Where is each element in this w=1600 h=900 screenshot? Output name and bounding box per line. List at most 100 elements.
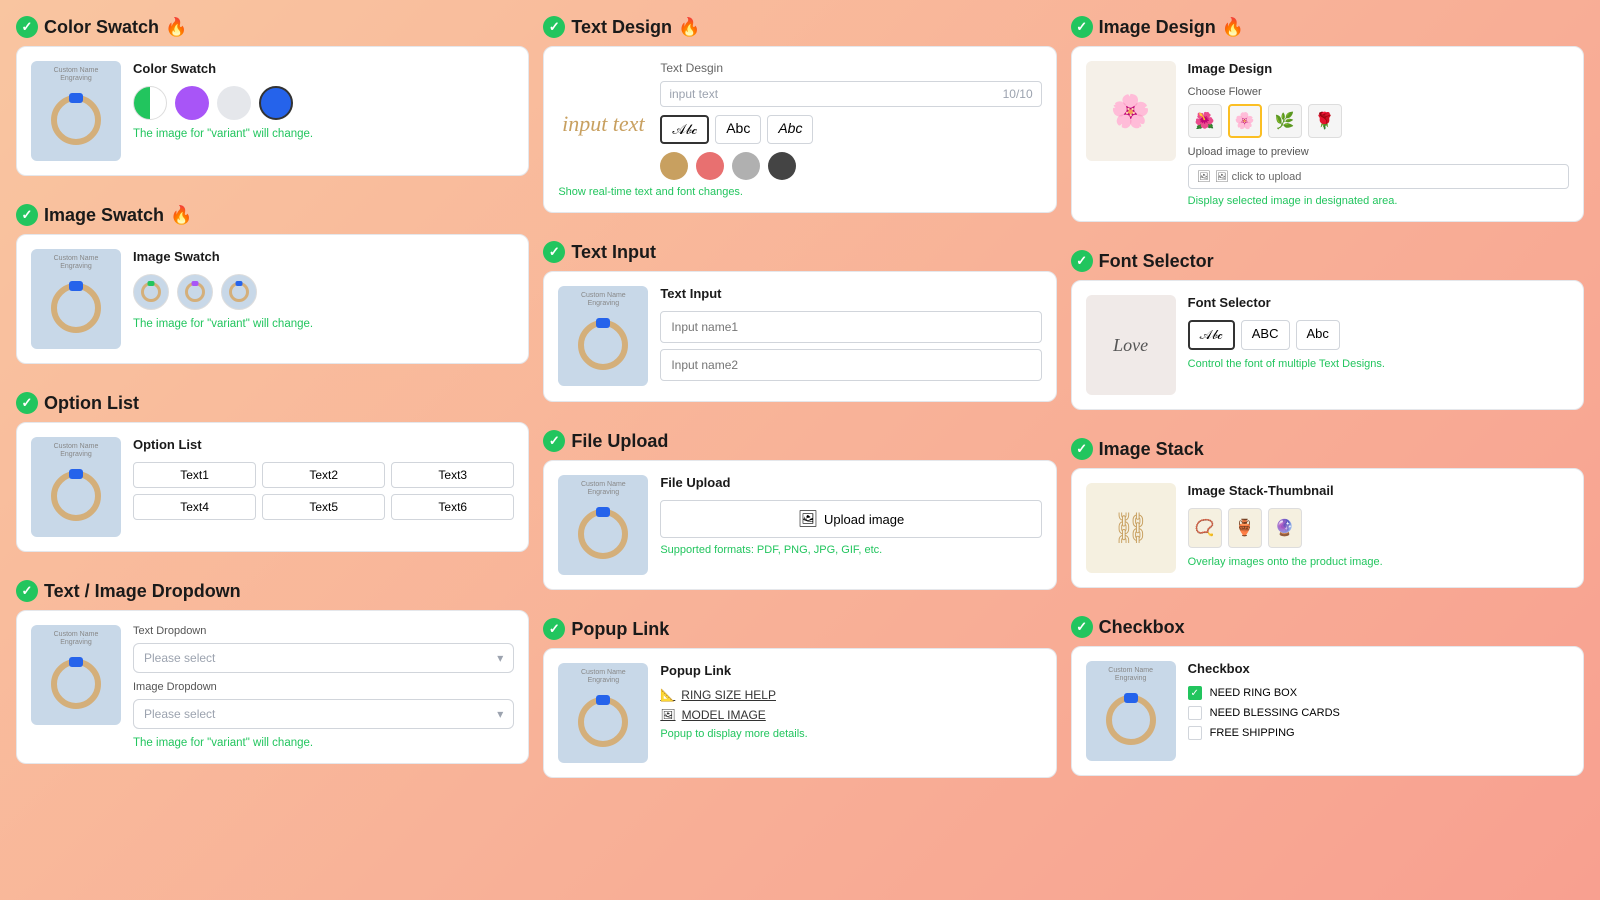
file-upload-title: File Upload [571, 431, 668, 452]
color-red[interactable] [696, 152, 724, 180]
stack-thumb-2[interactable]: 🏺 [1228, 508, 1262, 548]
script-preview: input text [558, 61, 648, 186]
option-list-check [16, 392, 38, 414]
option-list-header: Option List [16, 392, 529, 414]
color-grey[interactable] [732, 152, 760, 180]
image-dropdown-select[interactable]: Please select ▾ [133, 699, 514, 729]
checkbox-ring-box[interactable] [1188, 686, 1202, 700]
option-btn-text3[interactable]: Text3 [391, 462, 514, 488]
image-swatch-green[interactable] [133, 274, 169, 310]
text-design-input-count: 10/10 [1003, 87, 1033, 101]
flower-opt-2[interactable]: 🌸 [1228, 104, 1262, 138]
image-design-section: Image Design 🔥 🌸 Image Design Choose Flo… [1071, 16, 1584, 222]
stack-thumb-3[interactable]: 🔮 [1268, 508, 1302, 548]
upload-preview-icon: 🖼 [1197, 170, 1211, 183]
swatch-purple[interactable] [175, 86, 209, 120]
popup-link-ring-size[interactable]: 📐 RING SIZE HELP [660, 688, 1041, 702]
flower-opt-4[interactable]: 🌹 [1308, 104, 1342, 138]
checkbox-shipping-label: FREE SHIPPING [1210, 727, 1295, 739]
popup-link-note: Popup to display more details. [660, 728, 1041, 740]
upload-preview-text: 🖼 click to upload [1215, 170, 1302, 183]
text-input-field-2[interactable] [660, 349, 1041, 381]
ring-shape-8 [1106, 695, 1156, 745]
ring-shape [51, 95, 101, 145]
option-btn-text4[interactable]: Text4 [133, 494, 256, 520]
checkbox-item-3: FREE SHIPPING [1188, 726, 1569, 740]
option-btn-text1[interactable]: Text1 [133, 462, 256, 488]
text-input-header: Text Input [543, 241, 1056, 263]
option-btn-text5[interactable]: Text5 [262, 494, 385, 520]
image-stack-section: Image Stack ⛓ Image Stack-Thumbnail 📿 🏺 … [1071, 438, 1584, 588]
ring-gem-7 [596, 695, 610, 705]
supported-formats-text: Supported formats: PDF, PNG, JPG, GIF, e… [660, 544, 1041, 556]
popup-link-header: Popup Link [543, 618, 1056, 640]
upload-icon: 🖼 [798, 509, 818, 529]
flower-opt-1[interactable]: 🌺 [1188, 104, 1222, 138]
image-design-card-label: Image Design [1188, 61, 1569, 76]
text-input-field-1[interactable] [660, 311, 1041, 343]
checkbox-shipping-box[interactable] [1188, 726, 1202, 740]
text-input-title: Text Input [571, 242, 656, 263]
popup-link-model-image[interactable]: 🖼 MODEL IMAGE [660, 708, 1041, 722]
popup-link-title: Popup Link [571, 619, 669, 640]
fs-btn-bold[interactable]: ABC [1241, 320, 1290, 350]
upload-btn-label: Upload image [824, 512, 904, 527]
popup-link-thumb: Custom NameEngraving [558, 663, 648, 763]
image-design-title: Image Design [1099, 17, 1216, 38]
text-input-thumb: Custom NameEngraving [558, 286, 648, 386]
checkbox-section: Checkbox Custom NameEngraving Checkbox N… [1071, 616, 1584, 776]
upload-preview-button[interactable]: 🖼 🖼 click to upload [1188, 164, 1569, 189]
swatch-half-green[interactable] [133, 86, 167, 120]
text-dropdown-select[interactable]: Please select ▾ [133, 643, 514, 673]
upload-image-button[interactable]: 🖼 Upload image [660, 500, 1041, 538]
color-gold[interactable] [660, 152, 688, 180]
file-upload-card: Custom NameEngraving File Upload 🖼 Uploa… [543, 460, 1056, 590]
image-swatch-check [16, 204, 38, 226]
fs-btn-sans[interactable]: Abc [1296, 320, 1340, 350]
checkbox-thumb: Custom NameEngraving [1086, 661, 1176, 761]
option-btn-text6[interactable]: Text6 [391, 494, 514, 520]
image-design-thumb: 🌸 [1086, 61, 1176, 161]
ring-shape-3 [51, 471, 101, 521]
checkbox-header: Checkbox [1071, 616, 1584, 638]
ring-gem-6 [596, 507, 610, 517]
text-design-card: input text Text Desgin input text 10/10 … [543, 46, 1056, 213]
chain-icon: ⛓ [1112, 511, 1150, 546]
color-dark[interactable] [768, 152, 796, 180]
image-swatches-row [133, 274, 514, 310]
font-selector-card-label: Font Selector [1188, 295, 1569, 310]
option-btn-text2[interactable]: Text2 [262, 462, 385, 488]
file-upload-content: File Upload 🖼 Upload image Supported for… [660, 475, 1041, 556]
text-image-dropdown-section: Text / Image Dropdown Custom NameEngravi… [16, 580, 529, 764]
checkbox-card-label: Checkbox [1188, 661, 1569, 676]
image-swatch-purple[interactable] [177, 274, 213, 310]
option-buttons-grid: Text1 Text2 Text3 Text4 Text5 Text6 [133, 462, 514, 520]
stack-thumbs-row: 📿 🏺 🔮 [1188, 508, 1569, 548]
popup-link-check [543, 618, 565, 640]
checkbox-blessing-box[interactable] [1188, 706, 1202, 720]
stack-thumb-1[interactable]: 📿 [1188, 508, 1222, 548]
model-image-icon: 🖼 [660, 708, 675, 722]
ring-gem [69, 93, 83, 103]
checkbox-item-1: NEED RING BOX [1188, 686, 1569, 700]
flower-opt-3[interactable]: 🌿 [1268, 104, 1302, 138]
swatch-grey[interactable] [217, 86, 251, 120]
file-upload-section: File Upload Custom NameEngraving File Up… [543, 430, 1056, 590]
fs-btn-script[interactable]: 𝒜𝒷𝒸 [1188, 320, 1235, 350]
swatch-blue[interactable] [259, 86, 293, 120]
color-circles-row [660, 152, 1041, 180]
color-swatch-section: Color Swatch 🔥 Custom NameEngraving Colo… [16, 16, 529, 176]
checkbox-title: Checkbox [1099, 617, 1185, 638]
color-swatch-fire: 🔥 [165, 17, 187, 38]
font-btn-sans[interactable]: Abc [715, 115, 761, 144]
flower-big-preview: 🌸 [1111, 92, 1151, 130]
image-swatch-blue[interactable] [221, 274, 257, 310]
column-1: Color Swatch 🔥 Custom NameEngraving Colo… [16, 16, 529, 792]
file-upload-header: File Upload [543, 430, 1056, 452]
font-btn-script[interactable]: 𝒜𝒷𝒸 [660, 115, 709, 144]
font-btn-serif[interactable]: Abc [767, 115, 813, 144]
text-image-dropdown-title: Text / Image Dropdown [44, 581, 241, 602]
image-stack-card-label: Image Stack-Thumbnail [1188, 483, 1569, 498]
text-design-input-row[interactable]: input text 10/10 [660, 81, 1041, 107]
image-swatch-section: Image Swatch 🔥 Custom NameEngraving Imag… [16, 204, 529, 364]
